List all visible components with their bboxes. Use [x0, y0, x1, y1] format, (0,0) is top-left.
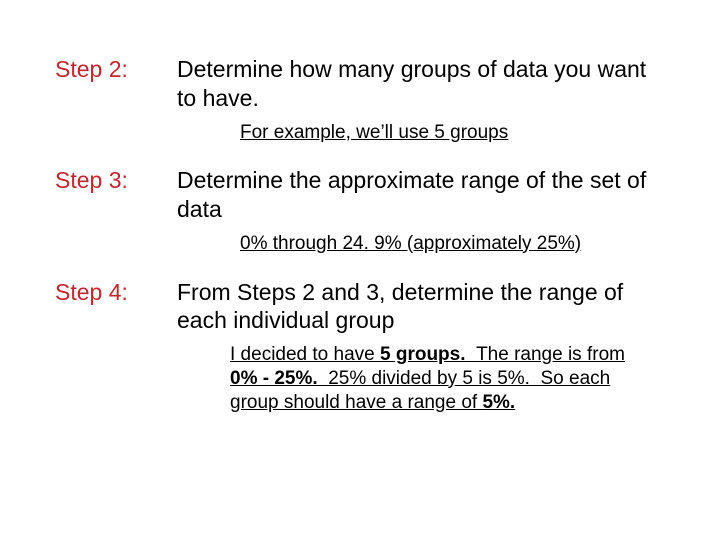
step-block: Step 4: From Steps 2 and 3, determine th…: [55, 278, 660, 415]
step-block: Step 3: Determine the approximate range …: [55, 166, 660, 255]
step-note: 0% through 24. 9% (approximately 25%): [240, 232, 660, 256]
step-label: Step 3:: [55, 166, 177, 195]
slide-page: Step 2: Determine how many groups of dat…: [0, 0, 720, 454]
step-note: For example, we’ll use 5 groups: [240, 121, 660, 145]
step-label: Step 4:: [55, 278, 177, 307]
step-row: Step 2: Determine how many groups of dat…: [55, 55, 660, 113]
step-body: Determine how many groups of data you wa…: [177, 55, 660, 113]
step-block: Step 2: Determine how many groups of dat…: [55, 55, 660, 144]
step-body: From Steps 2 and 3, determine the range …: [177, 278, 660, 336]
step-label: Step 2:: [55, 55, 177, 84]
step-row: Step 4: From Steps 2 and 3, determine th…: [55, 278, 660, 336]
step-row: Step 3: Determine the approximate range …: [55, 166, 660, 224]
step-note: I decided to have 5 groups. The range is…: [230, 343, 650, 414]
step-body: Determine the approximate range of the s…: [177, 166, 660, 224]
